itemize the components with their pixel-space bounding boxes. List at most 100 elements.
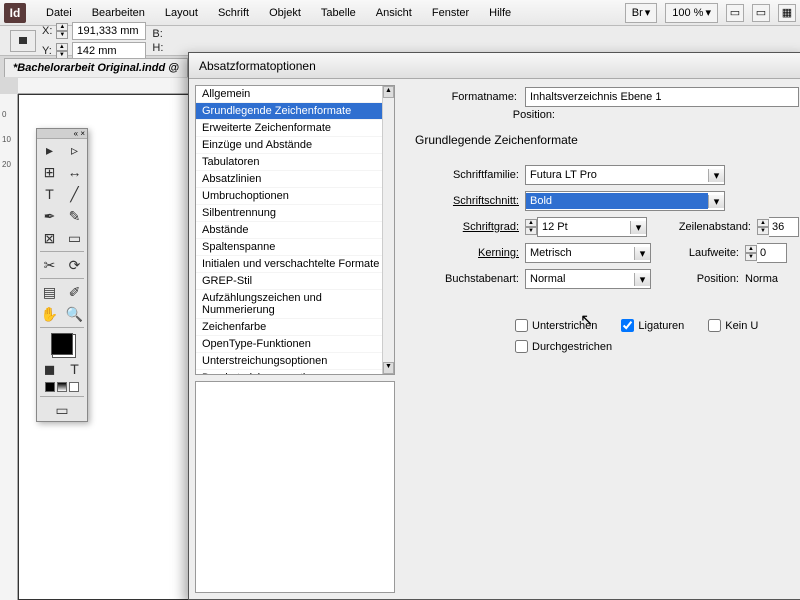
preview-box	[195, 381, 395, 593]
h-label: H:	[152, 42, 163, 54]
formatname-field[interactable]	[525, 87, 799, 107]
tools-collapse[interactable]: « ×	[37, 129, 87, 139]
zoom-tool-icon[interactable]: 🔍	[62, 303, 87, 325]
ref-point-widget[interactable]	[10, 30, 36, 52]
category-item[interactable]: Spaltenspanne	[196, 239, 394, 256]
menu-objekt[interactable]: Objekt	[259, 3, 311, 23]
kerning-combo[interactable]: Metrisch▾	[525, 243, 651, 263]
menu-datei[interactable]: Datei	[36, 3, 82, 23]
line-tool-icon[interactable]: ╱	[62, 183, 87, 205]
menu-schrift[interactable]: Schrift	[208, 3, 259, 23]
leading-field[interactable]: ▲▼	[757, 217, 799, 237]
size-label: Schriftgrad:	[415, 221, 525, 233]
leading-label: Zeilenabstand:	[663, 221, 757, 233]
b-label: B:	[152, 28, 162, 40]
apply-color-icon[interactable]: ◼	[37, 358, 62, 380]
bridge-button[interactable]: Br▾	[625, 3, 658, 23]
size-field[interactable]: ▲▼ 12 Pt▾	[525, 217, 647, 237]
underline-checkbox[interactable]: Unterstrichen	[515, 319, 597, 332]
chevron-down-icon: ▾	[708, 169, 724, 182]
case-label: Buchstabenart:	[415, 273, 525, 285]
case-combo[interactable]: Normal▾	[525, 269, 651, 289]
y-spinner[interactable]: ▲▼	[56, 43, 68, 59]
x-spinner[interactable]: ▲▼	[56, 23, 68, 39]
fontstyle-combo[interactable]: Bold▾	[525, 191, 725, 211]
transform-tool-icon[interactable]: ⟳	[62, 254, 87, 276]
chevron-down-icon: ▾	[630, 221, 646, 234]
form-area: Formatname: Position: Grundlegende Zeich…	[395, 79, 800, 599]
rectangle-frame-tool-icon[interactable]: ⊠	[37, 227, 62, 249]
zoom-level[interactable]: 100 %▾	[665, 3, 718, 23]
color-mode-row[interactable]	[37, 380, 87, 394]
y-label: Y:	[42, 45, 52, 57]
category-item[interactable]: Durchstreichungsoptionen	[196, 370, 394, 375]
menu-layout[interactable]: Layout	[155, 3, 208, 23]
menu-tabelle[interactable]: Tabelle	[311, 3, 366, 23]
category-scrollbar[interactable]: ▲ ▼	[382, 86, 394, 374]
category-item[interactable]: OpenType-Funktionen	[196, 336, 394, 353]
formatname-label: Formatname:	[415, 91, 525, 103]
category-item[interactable]: Erweiterte Zeichenformate	[196, 120, 394, 137]
selection-tool-icon[interactable]: ▸	[37, 139, 62, 161]
page-tool-icon[interactable]: ⊞	[37, 161, 62, 183]
kerning-label: Kerning:	[415, 247, 525, 259]
fill-stroke-swatch[interactable]	[37, 330, 87, 358]
category-item[interactable]: GREP-Stil	[196, 273, 394, 290]
tracking-label: Laufweite:	[667, 247, 745, 259]
rectangle-tool-icon[interactable]: ▭	[62, 227, 87, 249]
tools-panel: « × ▸ ▹ ⊞ ↔ T ╱ ✒ ✎ ⊠ ▭ ✂ ⟳ ▤ ✐ ✋ 🔍 ◼ T …	[36, 128, 88, 422]
category-item[interactable]: Tabulatoren	[196, 154, 394, 171]
category-item[interactable]: Zeichenfarbe	[196, 319, 394, 336]
pen-tool-icon[interactable]: ✒	[37, 205, 62, 227]
paragraph-style-options-dialog: Absatzformatoptionen AllgemeinGrundlegen…	[188, 52, 800, 600]
arrange-icon[interactable]: ▦	[778, 4, 796, 22]
screen-mode-tool-icon[interactable]: ▭	[37, 399, 87, 421]
x-label: X:	[42, 25, 52, 37]
chevron-down-icon: ▾	[634, 247, 650, 260]
menu-fenster[interactable]: Fenster	[422, 3, 479, 23]
direct-selection-tool-icon[interactable]: ▹	[62, 139, 87, 161]
gap-tool-icon[interactable]: ↔	[62, 161, 87, 183]
nobreak-checkbox[interactable]: Kein U	[708, 319, 758, 332]
type-tool-icon[interactable]: T	[37, 183, 62, 205]
fontstyle-label: Schriftschnitt:	[415, 195, 525, 207]
document-tab[interactable]: *Bachelorarbeit Original.indd @	[4, 58, 188, 77]
menu-hilfe[interactable]: Hilfe	[479, 3, 521, 23]
chevron-down-icon: ▾	[708, 195, 724, 208]
category-item[interactable]: Einzüge und Abstände	[196, 137, 394, 154]
view-mode-icon[interactable]: ▭	[726, 4, 744, 22]
gradient-tool-icon[interactable]: ▤	[37, 281, 62, 303]
ruler-vertical: 0 10 20	[0, 94, 18, 600]
screen-mode-icon[interactable]: ▭	[752, 4, 770, 22]
category-item[interactable]: Aufzählungszeichen und Nummerierung	[196, 290, 394, 319]
category-item[interactable]: Allgemein	[196, 86, 394, 103]
section-heading: Grundlegende Zeichenformate	[415, 133, 799, 147]
category-item[interactable]: Grundlegende Zeichenformate	[196, 103, 394, 120]
scroll-up-icon[interactable]: ▲	[383, 86, 394, 98]
position2-label: Position:	[667, 273, 745, 285]
pencil-tool-icon[interactable]: ✎	[62, 205, 87, 227]
category-list[interactable]: AllgemeinGrundlegende ZeichenformateErwe…	[195, 85, 395, 375]
category-item[interactable]: Unterstreichungsoptionen	[196, 353, 394, 370]
apply-text-icon[interactable]: T	[62, 358, 87, 380]
scissors-tool-icon[interactable]: ✂	[37, 254, 62, 276]
category-item[interactable]: Abstände	[196, 222, 394, 239]
hand-tool-icon[interactable]: ✋	[37, 303, 62, 325]
menu-ansicht[interactable]: Ansicht	[366, 3, 422, 23]
dialog-title: Absatzformatoptionen	[189, 53, 800, 79]
position2-value: Norma	[745, 273, 778, 285]
category-item[interactable]: Absatzlinien	[196, 171, 394, 188]
chevron-down-icon: ▾	[634, 273, 650, 286]
fontfamily-label: Schriftfamilie:	[415, 169, 525, 181]
x-field[interactable]	[72, 22, 146, 40]
category-item[interactable]: Silbentrennung	[196, 205, 394, 222]
tracking-field[interactable]: ▲▼	[745, 243, 787, 263]
strikethrough-checkbox[interactable]: Durchgestrichen	[515, 340, 612, 353]
fontfamily-combo[interactable]: Futura LT Pro▾	[525, 165, 725, 185]
eyedropper-tool-icon[interactable]: ✐	[62, 281, 87, 303]
category-item[interactable]: Umbruchoptionen	[196, 188, 394, 205]
ligatures-checkbox[interactable]: Ligaturen	[621, 319, 684, 332]
category-item[interactable]: Initialen und verschachtelte Formate	[196, 256, 394, 273]
menu-bearbeiten[interactable]: Bearbeiten	[82, 3, 155, 23]
scroll-down-icon[interactable]: ▼	[383, 362, 394, 374]
